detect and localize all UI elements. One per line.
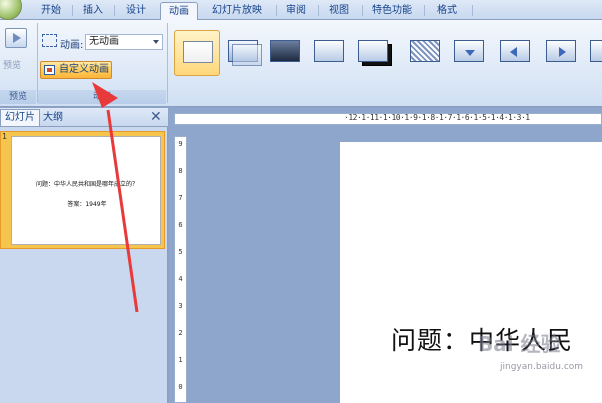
animation-group-label: 动画 — [38, 90, 166, 104]
slides-pane-header: 幻灯片 大纲 ✕ — [0, 108, 168, 127]
vertical-ruler-labels: 9 8 7 6 5 4 3 2 1 0 — [175, 140, 186, 397]
transition-wipe-down[interactable] — [448, 32, 490, 74]
transition-cut-black[interactable] — [352, 32, 394, 74]
chevron-down-icon — [153, 40, 159, 44]
ruler-mark: 9 — [178, 140, 183, 148]
animation-select[interactable]: 无动画 — [85, 34, 163, 50]
transition-cut[interactable] — [308, 32, 350, 74]
ribbon-tab-bar: 开始 插入 设计 动画 幻灯片放映 审阅 视图 特色功能 格式 — [0, 0, 602, 21]
ruler-mark: 5 — [178, 248, 183, 256]
transition-fade-smooth[interactable] — [222, 32, 264, 74]
ribbon: 预览 预览 动画: 无动画 自定义动画 动画 — [0, 20, 602, 107]
preview-button-label[interactable]: 预览 — [3, 58, 21, 71]
tab-slideshow[interactable]: 幻灯片放映 — [204, 2, 270, 20]
horizontal-ruler-labels: ·12·1·11·1·10·1·9·1·8·1·7·1·6·1·5·1·4·1·… — [344, 113, 530, 122]
ruler-mark: 1 — [178, 356, 183, 364]
transition-fade-black[interactable] — [264, 32, 306, 74]
tab-outline[interactable]: 大纲 — [39, 111, 67, 126]
watermark-logo: Bai 经验 — [478, 332, 561, 356]
tab-format[interactable]: 格式 — [428, 2, 466, 20]
tab-insert[interactable]: 插入 — [76, 2, 110, 20]
ruler-mark: 8 — [178, 167, 183, 175]
ruler-mark: 0 — [178, 383, 183, 391]
animation-label: 动画: — [60, 40, 84, 51]
ruler-mark: 7 — [178, 194, 183, 202]
tab-home[interactable]: 开始 — [34, 2, 68, 20]
thumbnail-answer: 答案：1949年 — [67, 201, 107, 208]
animation-icon — [42, 34, 57, 47]
transition-wipe-left[interactable] — [494, 32, 536, 74]
close-icon[interactable]: ✕ — [150, 109, 162, 125]
tab-review[interactable]: 审阅 — [280, 2, 312, 20]
ruler-mark: 4 — [178, 275, 183, 283]
slides-pane: 1 问题：中华人民共和国是哪年成立的？ 答案：1949年 — [0, 127, 168, 403]
tab-slides[interactable]: 幻灯片 — [0, 109, 40, 126]
office-button[interactable] — [0, 0, 22, 20]
slide-thumbnail[interactable]: 问题：中华人民共和国是哪年成立的？ 答案：1949年 — [11, 136, 161, 245]
animation-select-value: 无动画 — [89, 36, 119, 47]
ruler-mark: 3 — [178, 302, 183, 310]
custom-animation-icon — [44, 65, 55, 75]
tab-animations[interactable]: 动画 — [160, 2, 198, 21]
tab-view[interactable]: 视图 — [322, 2, 356, 20]
transition-wipe-right[interactable] — [540, 32, 582, 74]
custom-animation-button[interactable]: 自定义动画 — [40, 61, 112, 79]
tab-design[interactable]: 设计 — [118, 2, 154, 20]
preview-group-label: 预览 — [0, 90, 36, 104]
slide-number: 1 — [2, 132, 8, 141]
transition-dissolve[interactable] — [404, 32, 446, 74]
watermark-url: jingyan.baidu.com — [500, 362, 584, 372]
ruler-mark: 6 — [178, 221, 183, 229]
transition-wipe-up[interactable] — [584, 32, 602, 74]
transition-none[interactable] — [174, 30, 220, 76]
preview-icon[interactable] — [5, 28, 27, 48]
custom-animation-label: 自定义动画 — [59, 64, 109, 75]
tab-special-features[interactable]: 特色功能 — [366, 2, 418, 20]
thumbnail-question: 问题：中华人民共和国是哪年成立的？ — [35, 181, 138, 188]
ruler-mark: 2 — [178, 329, 183, 337]
